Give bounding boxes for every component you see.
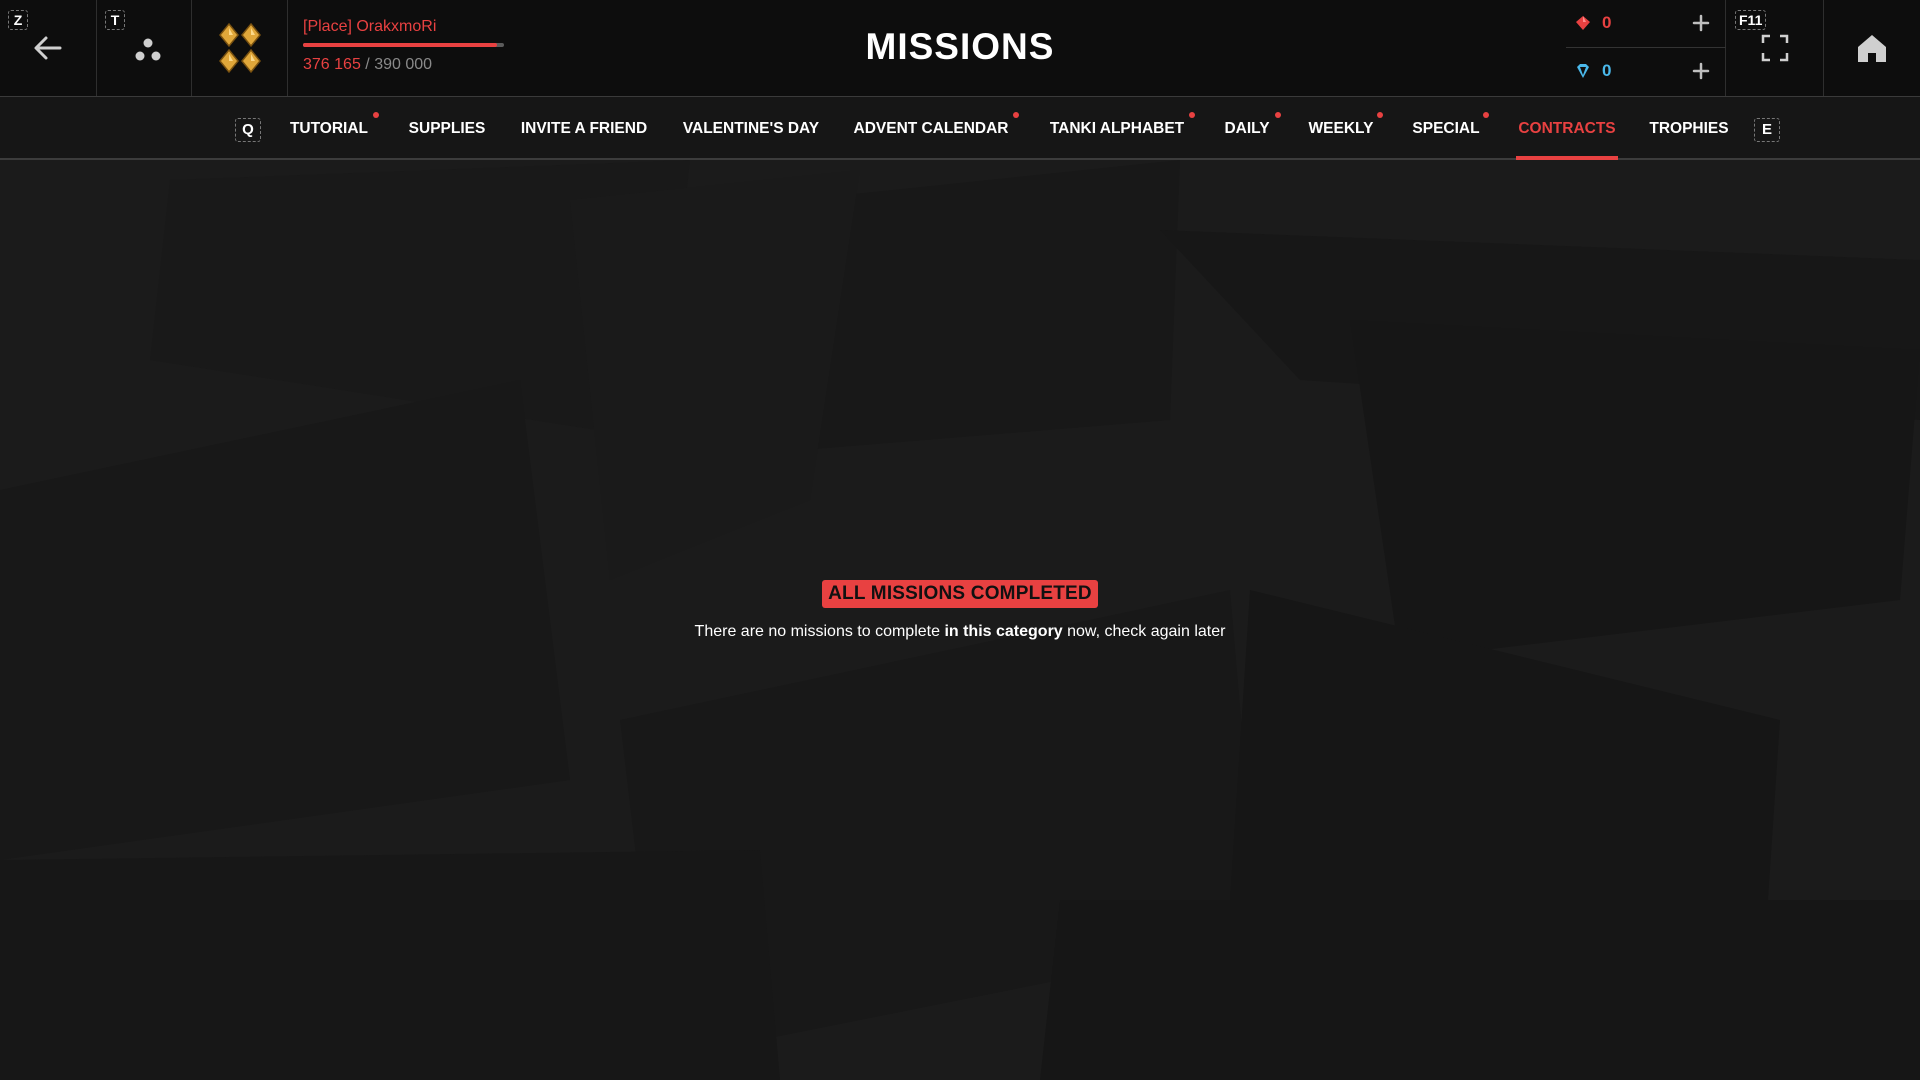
- currency-panel: 0 0: [1566, 0, 1726, 96]
- diamond-icon: [1577, 64, 1589, 78]
- home-button[interactable]: [1824, 0, 1920, 96]
- tab-special[interactable]: SPECIAL: [1409, 97, 1483, 158]
- experience-current: 376 165: [303, 56, 361, 73]
- premium-value: 0: [1602, 61, 1612, 80]
- experience-bar-fill: [303, 43, 497, 47]
- fullscreen-button[interactable]: F11: [1727, 0, 1824, 96]
- top-bar: Z T [Place] OrakxmoRi 376 165 / 390 000 …: [0, 0, 1920, 97]
- notification-dot: [1013, 112, 1019, 118]
- notification-dot: [1483, 112, 1489, 118]
- buy-premium-button[interactable]: [1688, 58, 1714, 84]
- fullscreen-icon: [1761, 34, 1789, 62]
- profile-info[interactable]: [Place] OrakxmoRi 376 165 / 390 000: [303, 16, 523, 76]
- next-tab-hotkey[interactable]: E: [1754, 118, 1780, 142]
- page-title: MISSIONS: [865, 26, 1055, 67]
- notification-dot: [1377, 112, 1383, 118]
- plus-icon: [1692, 14, 1710, 32]
- arrow-left-icon: [34, 36, 62, 60]
- tab-trophies[interactable]: TROPHIES: [1646, 97, 1732, 158]
- plus-icon: [1692, 62, 1710, 80]
- tab-supplies[interactable]: SUPPLIES: [407, 97, 487, 158]
- player-name: [Place] OrakxmoRi: [303, 18, 437, 35]
- social-button[interactable]: T: [97, 0, 192, 96]
- notification-dot: [1275, 112, 1281, 118]
- tab-valentines-day[interactable]: VALENTINE'S DAY: [681, 97, 821, 158]
- social-hotkey: T: [105, 10, 125, 30]
- experience-max: 390 000: [374, 56, 433, 73]
- empty-state: ALL MISSIONS COMPLETED There are no miss…: [560, 580, 1360, 642]
- experience-text: 376 165 / 390 000: [303, 55, 523, 75]
- tab-weekly[interactable]: WEEKLY: [1307, 97, 1375, 158]
- experience-bar: [303, 43, 504, 47]
- tab-tutorial[interactable]: TUTORIAL: [289, 97, 369, 158]
- all-missions-completed-badge: ALL MISSIONS COMPLETED: [822, 580, 1098, 608]
- back-hotkey: Z: [8, 10, 28, 30]
- crystals-row: 0: [1566, 0, 1726, 48]
- buy-crystals-button[interactable]: [1688, 10, 1714, 36]
- notification-dot: [373, 112, 379, 118]
- experience-separator: /: [365, 56, 370, 73]
- home-icon: [1858, 35, 1886, 62]
- tab-advent-calendar[interactable]: ADVENT CALENDAR: [853, 97, 1009, 158]
- friends-icon: [135, 38, 161, 61]
- mission-tabs: Q TUTORIAL SUPPLIES INVITE A FRIEND VALE…: [0, 97, 1920, 160]
- tab-invite-a-friend[interactable]: INVITE A FRIEND: [519, 97, 649, 158]
- prev-tab-hotkey[interactable]: Q: [235, 118, 261, 142]
- fullscreen-hotkey: F11: [1735, 10, 1767, 30]
- crystal-icon: [1576, 16, 1590, 30]
- rank-icon: [219, 22, 261, 74]
- back-button[interactable]: Z: [0, 0, 97, 96]
- rank-badge[interactable]: [192, 0, 288, 96]
- empty-state-message: There are no missions to complete in thi…: [694, 623, 1226, 640]
- tab-daily[interactable]: DAILY: [1222, 97, 1272, 158]
- notification-dot: [1189, 112, 1195, 118]
- premium-row: 0: [1566, 48, 1726, 96]
- crystals-value: 0: [1602, 13, 1612, 32]
- tab-contracts[interactable]: CONTRACTS: [1516, 97, 1618, 160]
- tab-tanki-alphabet[interactable]: TANKI ALPHABET: [1047, 97, 1187, 158]
